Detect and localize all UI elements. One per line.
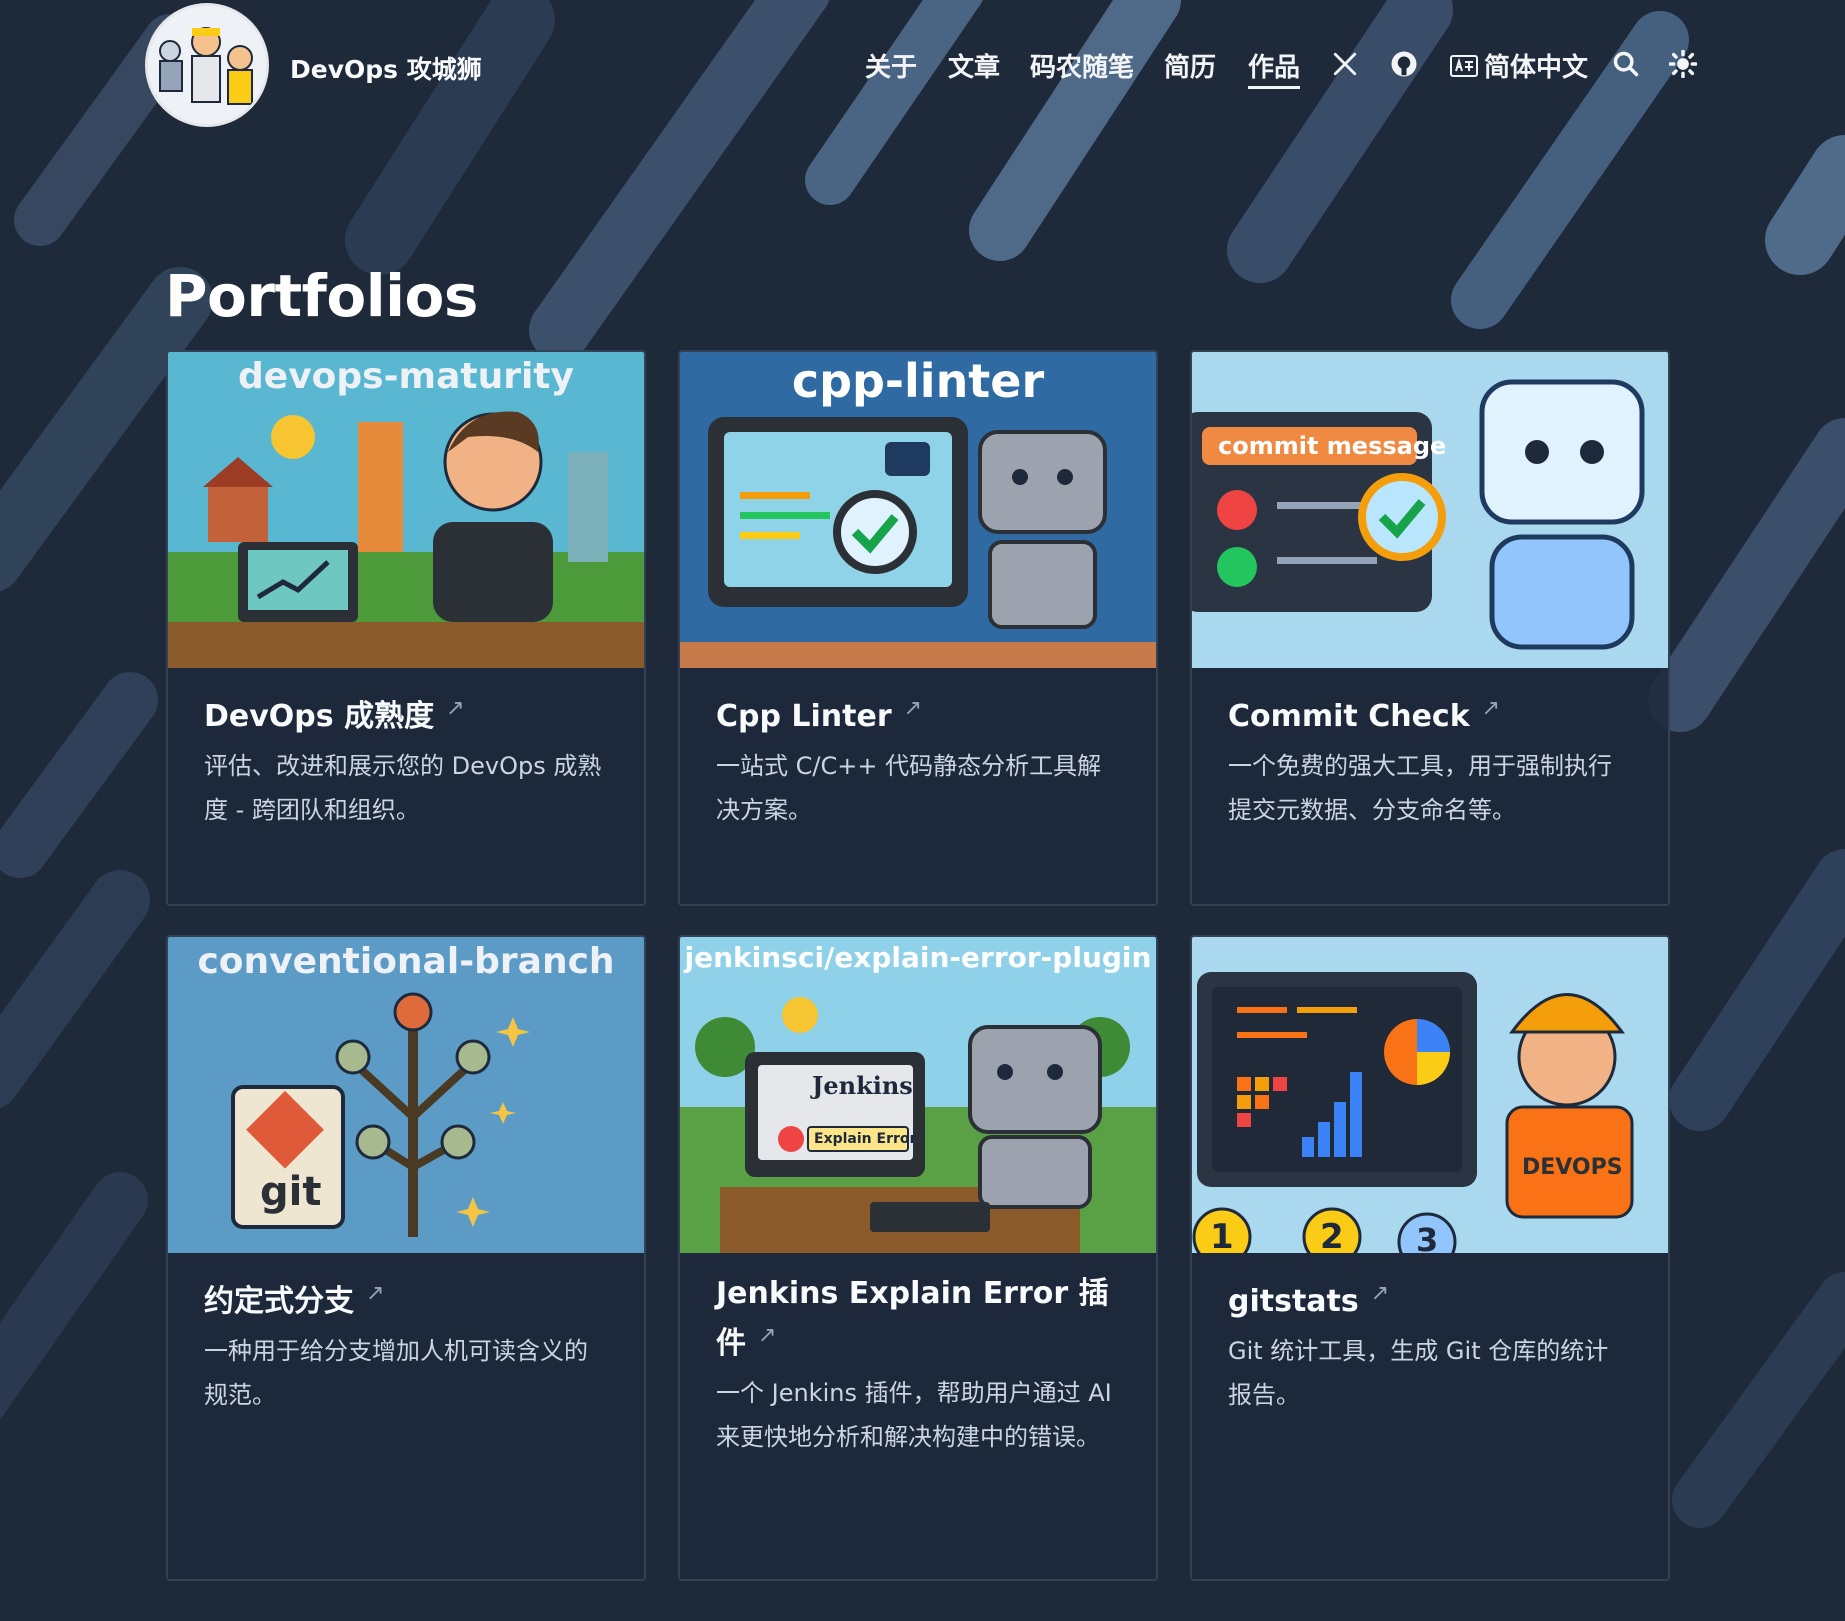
card-image-label: conventional-branch — [197, 941, 615, 982]
language-switcher[interactable]: 简体中文 — [1450, 47, 1588, 84]
rank-label: 3 — [1416, 1221, 1439, 1253]
site-header: DevOps 攻城狮 关于 文章 码农随笔 简历 作品 简体中文 — [0, 0, 1845, 130]
portfolio-card-devops-maturity[interactable]: devops-maturity DevOps 成熟度 ↗ 评估、改进和展示您的 D… — [166, 350, 646, 906]
jenkins-label: Jenkins — [812, 1071, 913, 1100]
nav-item-portfolio[interactable]: 作品 — [1248, 47, 1301, 89]
devops-shirt-label: DEVOPS — [1522, 1155, 1623, 1180]
nav-item-about[interactable]: 关于 — [865, 47, 917, 84]
card-image: commit message — [1192, 352, 1668, 668]
rank-label: 2 — [1320, 1217, 1344, 1253]
card-title: 约定式分支 — [204, 1284, 354, 1319]
card-image-label: jenkinsci/explain-error-plugin — [684, 941, 1152, 974]
nav-item-notes[interactable]: 码农随笔 — [1030, 47, 1134, 84]
theme-toggle-button[interactable] — [1666, 47, 1700, 81]
card-description: 一个免费的强大工具，用于强制执行提交元数据、分支命名等。 — [1228, 752, 1612, 824]
nav-item-articles[interactable]: 文章 — [948, 47, 1000, 84]
portfolio-card-commit-check[interactable]: commit message Commit Check ↗ 一个免费的强大工具，用… — [1190, 350, 1670, 906]
external-link-icon: ↗ — [1481, 696, 1501, 721]
card-image: jenkinsci/explain-error-plugin Jenkins E… — [680, 937, 1156, 1253]
card-title: Commit Check — [1228, 699, 1470, 734]
card-image: devops-maturity — [168, 352, 644, 668]
external-link-icon: ↗ — [446, 696, 465, 721]
external-link-icon: ↗ — [366, 1281, 385, 1306]
portfolio-card-jenkins-explain-error[interactable]: jenkinsci/explain-error-plugin Jenkins E… — [678, 935, 1158, 1581]
main-nav: 关于 文章 码农随笔 简历 作品 简体中文 — [0, 47, 1845, 89]
card-description: 一个 Jenkins 插件，帮助用户通过 AI 来更快地分析和解决构建中的错误。 — [716, 1379, 1112, 1451]
card-image-label: commit message — [1218, 432, 1447, 460]
portfolio-card-conventional-branch[interactable]: conventional-branch git 约定式分支 ↗ 一种用于给分支增加… — [166, 935, 646, 1581]
portfolio-card-gitstats[interactable]: DEVOPS 1 2 3 gitstats ↗ Git 统计工具，生成 Git 仓… — [1190, 935, 1670, 1581]
language-icon — [1450, 54, 1478, 77]
card-image-label: devops-maturity — [238, 356, 574, 397]
page-title: Portfolios — [165, 262, 478, 330]
portfolio-card-cpp-linter[interactable]: cpp-linter Cpp Linter ↗ 一站式 C/C++ 代码静态分析工… — [678, 350, 1158, 906]
github-icon — [1391, 51, 1417, 77]
github-link[interactable] — [1387, 47, 1421, 81]
git-logo-label: git — [260, 1169, 322, 1215]
card-description: 一站式 C/C++ 代码静态分析工具解决方案。 — [716, 752, 1102, 824]
card-description: 一种用于给分支增加人机可读含义的规范。 — [204, 1337, 588, 1409]
rank-label: 1 — [1210, 1217, 1234, 1253]
external-link-icon: ↗ — [758, 1323, 777, 1348]
card-title: gitstats — [1228, 1284, 1359, 1319]
external-link-icon: ↗ — [903, 696, 923, 721]
card-title: Cpp Linter — [716, 699, 892, 734]
card-title: Jenkins Explain Error 插件 — [716, 1276, 1109, 1361]
explain-error-label: Explain Error — [814, 1131, 917, 1147]
card-image: conventional-branch git — [168, 937, 644, 1253]
card-image: DEVOPS 1 2 3 — [1192, 937, 1668, 1253]
search-button[interactable] — [1609, 47, 1643, 81]
search-icon — [1613, 51, 1639, 77]
card-title: DevOps 成熟度 — [204, 699, 435, 734]
language-label: 简体中文 — [1484, 53, 1589, 83]
x-icon — [1333, 52, 1357, 76]
sun-icon — [1669, 50, 1697, 78]
nav-item-resume[interactable]: 简历 — [1164, 47, 1216, 84]
card-description: 评估、改进和展示您的 DevOps 成熟度 - 跨团队和组织。 — [204, 752, 602, 824]
card-description: Git 统计工具，生成 Git 仓库的统计报告。 — [1228, 1337, 1609, 1409]
card-image: cpp-linter — [680, 352, 1156, 668]
card-image-label: cpp-linter — [791, 354, 1045, 408]
x-link[interactable] — [1328, 47, 1362, 81]
external-link-icon: ↗ — [1370, 1281, 1390, 1306]
